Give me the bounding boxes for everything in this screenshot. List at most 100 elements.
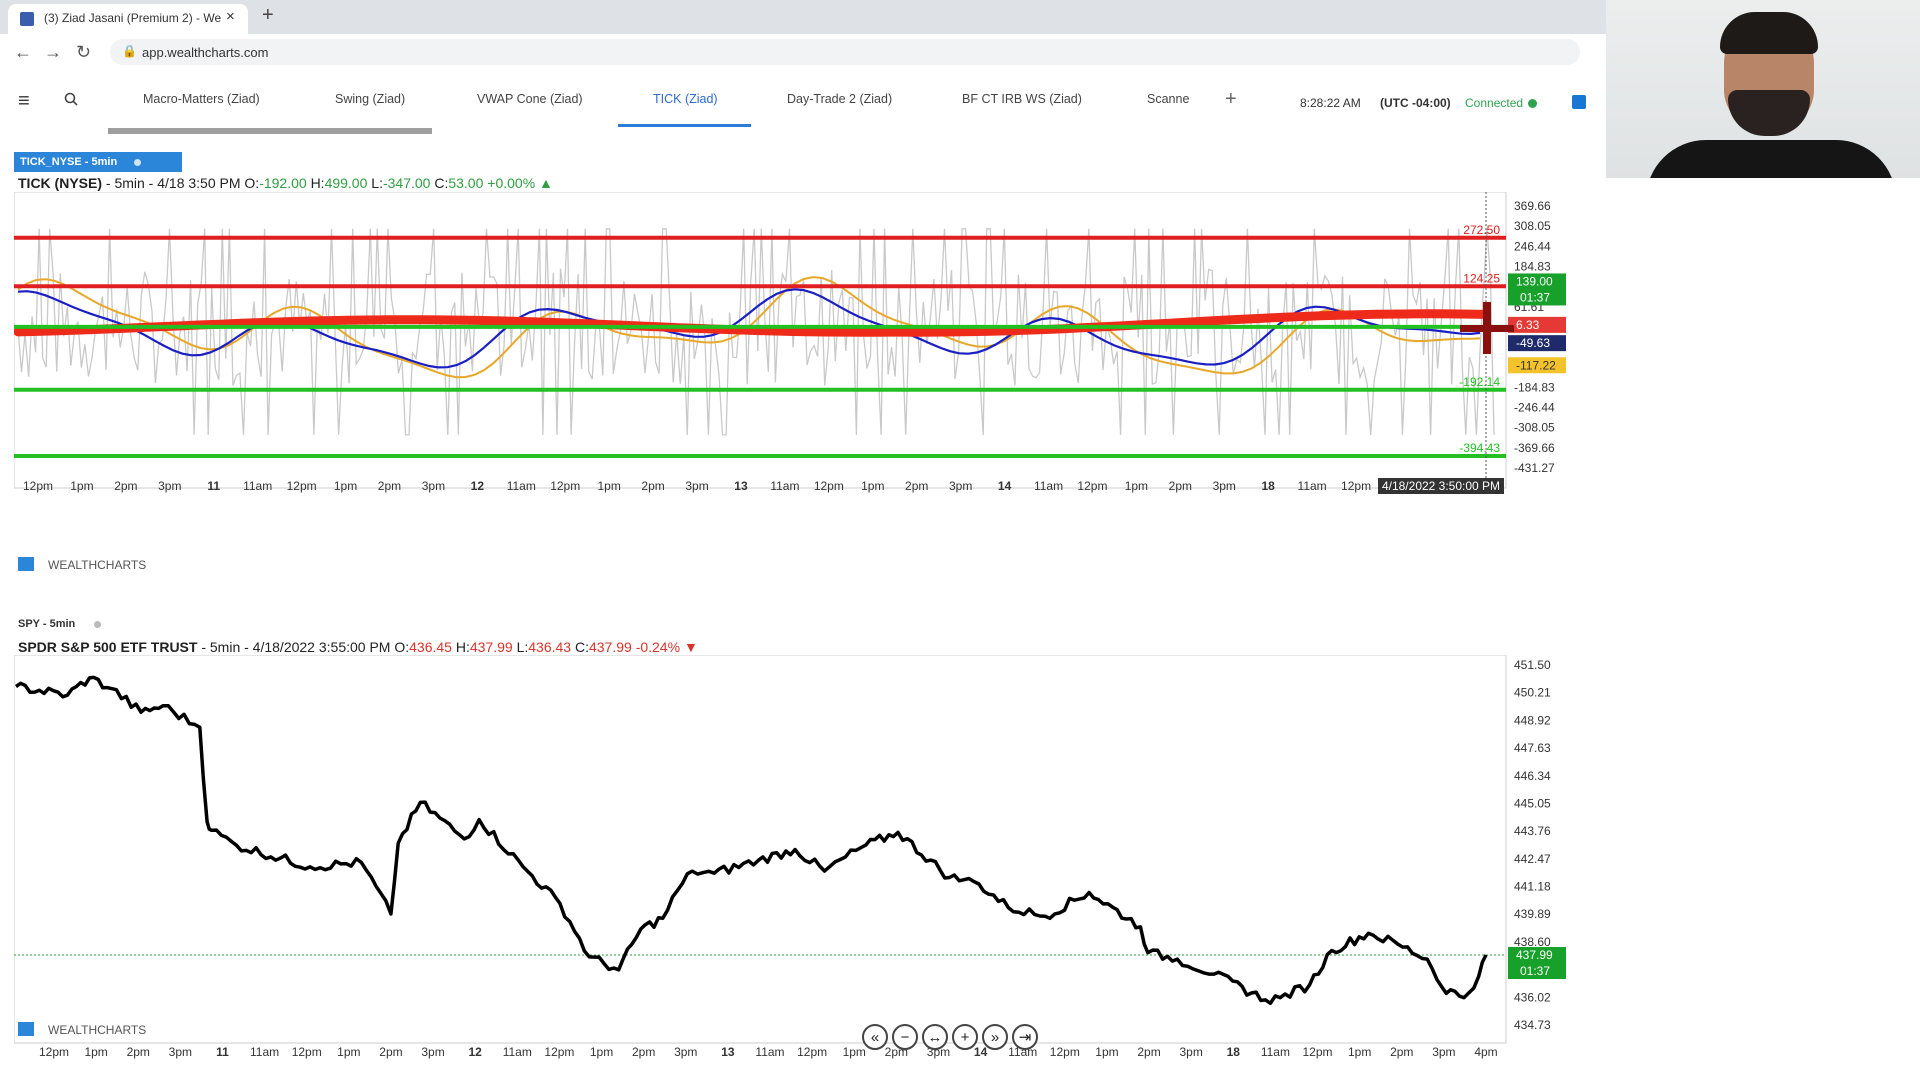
- zoom-out-button[interactable]: −: [892, 1024, 918, 1050]
- spy-chart[interactable]: 451.50 450.21 448.92 447.63 446.34 445.05 443.…: [14, 655, 1906, 1069]
- tick-chart[interactable]: 272.50 124.25 -192.14 -394.43 369.66 308.05 2…: [14, 192, 1906, 598]
- x-tick-label: 2pm: [1137, 1045, 1160, 1059]
- price-tag-label: 6.33: [1516, 318, 1540, 332]
- level-label: 124.25: [1463, 271, 1500, 285]
- chart-tag[interactable]: TICK_NYSE - 5min: [14, 152, 182, 172]
- y-tick-label: 446.34: [1514, 769, 1551, 783]
- x-tick-label: 11am: [770, 479, 799, 493]
- x-tick-label: 3pm: [169, 1045, 192, 1059]
- tab-tick[interactable]: TICK (Ziad): [653, 92, 718, 106]
- low-label: L:: [371, 175, 383, 191]
- y-tick-label: 369.66: [1514, 199, 1551, 213]
- presenter-hair: [1720, 12, 1818, 54]
- symbol-name: TICK (NYSE): [18, 175, 102, 191]
- forward-icon[interactable]: →: [44, 42, 62, 63]
- x-tick-label: 12pm: [1077, 479, 1107, 493]
- price-tag-timer: 01:37: [1520, 290, 1550, 304]
- hamburger-menu-icon[interactable]: ≡: [18, 90, 30, 113]
- connection-status: Connected: [1465, 96, 1524, 110]
- x-tick-label: 14: [998, 479, 1012, 493]
- up-arrow-icon: ▲: [539, 175, 553, 191]
- x-tick-label: 1pm: [597, 479, 620, 493]
- price-tags: 437.99 01:37: [1508, 947, 1566, 980]
- x-tick-label: 1pm: [861, 479, 884, 493]
- tab-vwap-cone[interactable]: VWAP Cone (Ziad): [477, 92, 583, 106]
- change-value: -0.24%: [635, 639, 681, 655]
- x-axis: 12pm 1pm 2pm 3pm 11 11am 12pm 1pm 2pm 3pm 12 11am 12…: [39, 1045, 1498, 1059]
- chart-ohlc-info: SPDR S&P 500 ETF TRUST - 5min - 4/18/202…: [18, 639, 698, 655]
- x-tick-label: 2pm: [1390, 1045, 1413, 1059]
- price-tags: 139.00 01:37 6.33 -49.63 -117.22: [1508, 273, 1566, 374]
- add-layout-button[interactable]: +: [1225, 88, 1237, 111]
- browser-tab[interactable]: (3) Ziad Jasani (Premium 2) - We ×: [8, 4, 248, 34]
- last-price-timer: 01:37: [1520, 964, 1550, 978]
- chart-ohlc-info: TICK (NYSE) - 5min - 4/18 3:50 PM O:-192…: [18, 175, 553, 191]
- y-tick-label: 443.76: [1514, 824, 1551, 838]
- x-tick-label: 12pm: [550, 479, 580, 493]
- x-tick-label: 1pm: [590, 1045, 613, 1059]
- favicon-icon: [20, 12, 34, 26]
- x-tick-label: 3pm: [421, 1045, 444, 1059]
- y-tick-label: 450.21: [1514, 686, 1551, 700]
- x-tick-label: 11am: [507, 479, 536, 493]
- x-tick-label: 2pm: [1169, 479, 1192, 493]
- scroll-to-end-button[interactable]: ⇥: [1012, 1024, 1038, 1050]
- y-tick-label: 448.92: [1514, 713, 1551, 727]
- x-tick-label: 18: [1262, 479, 1276, 493]
- chart-tag[interactable]: SPY - 5min: [18, 618, 75, 630]
- url-field[interactable]: 🔒 app.wealthcharts.com: [110, 39, 1580, 65]
- fit-button[interactable]: ↔: [922, 1024, 948, 1050]
- x-tick-label: 12pm: [292, 1045, 322, 1059]
- x-tick-label: 1pm: [84, 1045, 107, 1059]
- x-tick-label: 3pm: [422, 479, 445, 493]
- x-tick-label: 12pm: [1303, 1045, 1333, 1059]
- x-tick-label: 2pm: [114, 479, 137, 493]
- reload-icon[interactable]: ↻: [76, 42, 91, 63]
- save-icon[interactable]: [1572, 95, 1586, 109]
- x-tick-label: 11am: [503, 1045, 532, 1059]
- x-tick-label: 1pm: [1095, 1045, 1118, 1059]
- open-value: -192.00: [259, 175, 307, 191]
- x-tick-label: 3pm: [685, 479, 708, 493]
- browser-tab-strip: (3) Ziad Jasani (Premium 2) - We × +: [0, 0, 1606, 34]
- tab-macro-matters[interactable]: Macro-Matters (Ziad): [143, 92, 260, 106]
- y-tick-label: -246.44: [1514, 401, 1555, 415]
- lock-icon: 🔒: [122, 44, 137, 58]
- tab-swing[interactable]: Swing (Ziad): [335, 92, 405, 106]
- search-icon[interactable]: [64, 92, 78, 106]
- x-tick-label: 1pm: [337, 1045, 360, 1059]
- price-tag-label: -49.63: [1516, 336, 1550, 350]
- low-value: -347.00: [382, 175, 431, 191]
- interval-text: - 5min - 4/18/2022 3:55:00 PM: [201, 639, 391, 655]
- high-value: 499.00: [324, 175, 368, 191]
- new-tab-button[interactable]: +: [262, 4, 274, 27]
- x-tick-label: 12pm: [39, 1045, 69, 1059]
- scroll-left-fast-button[interactable]: «: [862, 1024, 888, 1050]
- close-tab-icon[interactable]: ×: [226, 8, 235, 25]
- y-tick-label: 308.05: [1514, 219, 1551, 233]
- close-value: 437.99: [588, 639, 632, 655]
- watermark-text: WEALTHCHARTS: [48, 558, 146, 572]
- tab-day-trade-2[interactable]: Day-Trade 2 (Ziad): [787, 92, 892, 106]
- x-tick-label: 12: [471, 479, 485, 493]
- x-tick-label: 11am: [1034, 479, 1063, 493]
- chart-navigation: «− ↔ +» ⇥: [862, 1024, 1042, 1054]
- tab-scrollbar[interactable]: [108, 128, 432, 134]
- low-label: L:: [516, 639, 529, 655]
- tab-scanner[interactable]: Scanne: [1147, 92, 1189, 106]
- zoom-in-button[interactable]: +: [952, 1024, 978, 1050]
- y-tick-label: 184.83: [1514, 259, 1551, 273]
- presenter-beard: [1728, 90, 1810, 136]
- x-tick-label: 11am: [250, 1045, 279, 1059]
- level-label: -394.43: [1459, 441, 1500, 455]
- x-tick-label: 3pm: [1432, 1045, 1455, 1059]
- back-icon[interactable]: ←: [14, 42, 32, 63]
- y-tick-label: 439.89: [1514, 907, 1551, 921]
- y-tick-label: -369.66: [1514, 441, 1555, 455]
- price-tag-label: -117.22: [1516, 358, 1556, 372]
- y-tick-label: 447.63: [1514, 741, 1551, 755]
- scroll-right-fast-button[interactable]: »: [982, 1024, 1008, 1050]
- tab-bf-ct-irb-ws[interactable]: BF CT IRB WS (Ziad): [962, 92, 1082, 106]
- x-tick-label: 3pm: [674, 1045, 697, 1059]
- y-tick-label: 438.60: [1514, 935, 1551, 949]
